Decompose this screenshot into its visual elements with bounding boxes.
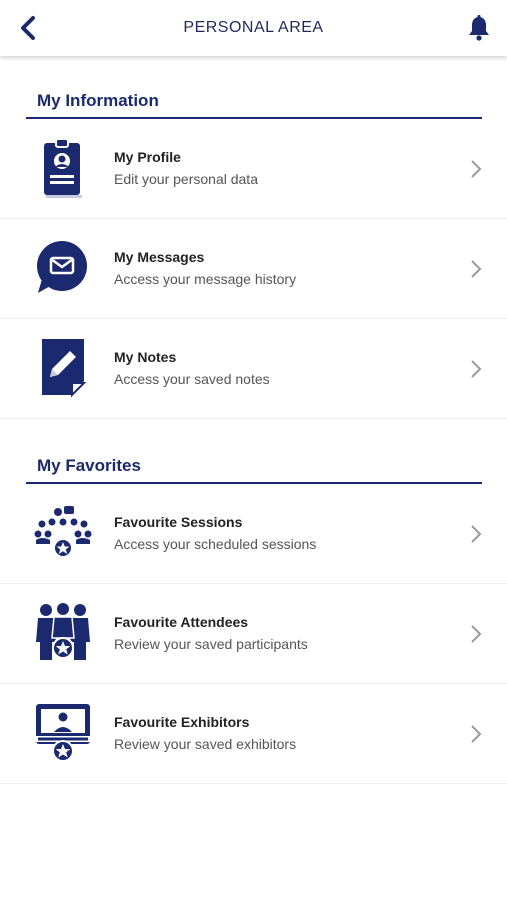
list-item-my-profile[interactable]: My Profile Edit your personal data xyxy=(0,119,507,219)
chevron-right-icon xyxy=(471,160,482,178)
item-label: Favourite Exhibitors xyxy=(114,714,250,730)
id-badge-icon xyxy=(44,138,82,198)
note-pencil-icon xyxy=(42,339,87,398)
chevron-left-icon[interactable] xyxy=(16,14,42,42)
item-subtitle: Access your scheduled sessions xyxy=(114,536,317,552)
audience-star-icon xyxy=(34,506,92,558)
item-label: Favourite Attendees xyxy=(114,614,249,630)
bell-icon[interactable] xyxy=(465,14,493,42)
chevron-right-icon xyxy=(471,260,482,278)
section-title: My Information xyxy=(37,91,159,110)
item-subtitle: Review your saved participants xyxy=(114,636,308,652)
item-subtitle: Review your saved exhibitors xyxy=(114,736,297,752)
item-label: Favourite Sessions xyxy=(114,514,243,530)
list-item-favourite-exhibitors[interactable]: Favourite Exhibitors Review your saved e… xyxy=(0,684,507,784)
list-item-favourite-attendees[interactable]: Favourite Attendees Review your saved pa… xyxy=(0,584,507,684)
section-header-my-favorites: My Favorites xyxy=(26,456,482,484)
booth-star-icon xyxy=(36,704,90,762)
page-title: PERSONAL AREA xyxy=(183,19,324,36)
item-label: My Messages xyxy=(114,249,205,265)
item-label: My Notes xyxy=(114,349,177,365)
chevron-right-icon xyxy=(471,525,482,543)
item-label: My Profile xyxy=(114,149,181,165)
item-subtitle: Access your message history xyxy=(114,271,297,287)
section-title: My Favorites xyxy=(37,456,141,475)
chevron-right-icon xyxy=(471,625,482,643)
app-header: PERSONAL AREA xyxy=(0,0,507,56)
message-bubble-icon xyxy=(37,241,87,293)
item-subtitle: Edit your personal data xyxy=(114,171,258,187)
chevron-right-icon xyxy=(471,360,482,378)
list-item-my-messages[interactable]: My Messages Access your message history xyxy=(0,219,507,319)
item-subtitle: Access your saved notes xyxy=(114,371,270,387)
list-item-my-notes[interactable]: My Notes Access your saved notes xyxy=(0,319,507,419)
list-item-favourite-sessions[interactable]: Favourite Sessions Access your scheduled… xyxy=(0,484,507,584)
people-star-icon xyxy=(36,603,90,660)
section-header-my-information: My Information xyxy=(26,91,482,119)
chevron-right-icon xyxy=(471,725,482,743)
